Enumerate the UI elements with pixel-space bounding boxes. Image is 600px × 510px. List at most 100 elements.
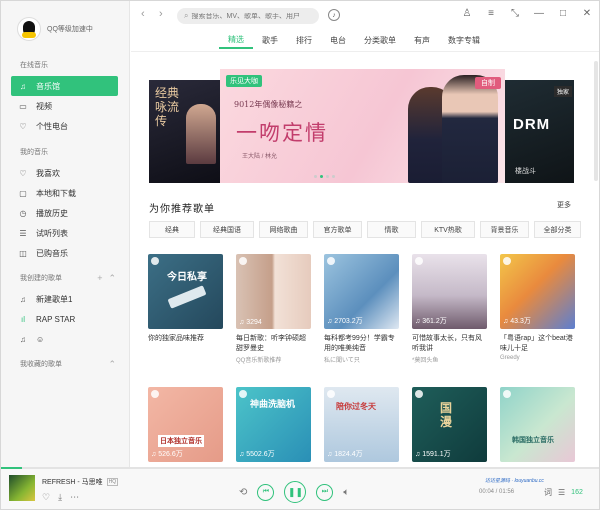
playlist-cover[interactable]: ♫ 2703.2万 [324,254,399,329]
banner-carousel[interactable]: 经典咏流传 乐见大咖 9012年偶像秘籍之 一吻定情 王大陆 / 林允 自制 独… [149,69,574,183]
playlist-card[interactable]: 日本独立音乐 ♫ 526.6万 [148,387,223,462]
banner-slide-right[interactable]: 独家 DRM 楼战斗 [505,80,574,183]
carousel-dot[interactable] [326,175,329,178]
mini-mode-icon[interactable]: ⤡ [509,8,521,19]
previous-button[interactable]: ⏮ [257,483,275,501]
carousel-dot[interactable] [320,175,323,178]
playlist-card[interactable]: 韩国独立音乐 [500,387,575,462]
more-icon[interactable]: ⋯ [70,492,79,503]
playlist-card[interactable]: 国漫 ♫ 1591.1万 [412,387,487,462]
pause-button[interactable]: ❚❚ [284,481,307,503]
chip-ktv-hits[interactable]: KTV热歌 [421,221,475,238]
playlist-title[interactable]: 你的独家品味推荐 [148,334,223,354]
forward-arrow-icon[interactable]: › [159,8,163,20]
carousel-dot[interactable] [314,175,317,178]
sidebar-item-playlist-1[interactable]: ♫ 新建歌单1 [11,289,118,309]
lyrics-icon[interactable]: 词 [544,487,552,498]
search-box[interactable]: ⌕ [177,8,319,24]
maximize-icon[interactable]: □ [557,8,569,19]
playlist-card[interactable]: 神曲洗脑机 ♫ 5502.6万 [236,387,311,462]
search-input[interactable] [191,12,312,20]
my-music-section: 我的音乐 ♡ 我喜欢 ▢ 本地和下载 ◷ 播放历史 ☰ 试听列表 ◫ 已购音乐 [1,145,130,263]
close-icon[interactable]: ✕ [581,8,593,19]
chevron-up-icon[interactable]: ⌃ [108,359,116,370]
playlist-cover[interactable]: 国漫 ♫ 1591.1万 [412,387,487,462]
playlist-title[interactable]: 每科都考99分！学霸专用的唯美纯音 [324,334,399,354]
download-icon[interactable]: ⤓ [58,492,62,503]
sidebar-item-history[interactable]: ◷ 播放历史 [11,203,118,223]
chip-all-categories[interactable]: 全部分类 [534,221,581,238]
playlist-card[interactable]: 今日私享 你的独家品味推荐 [148,254,223,354]
playlist-creator[interactable]: Greedy [500,355,575,361]
sidebar-item-video[interactable]: ▭ 视频 [11,96,118,116]
skin-icon[interactable]: ♙ [461,8,473,19]
playlist-cover[interactable]: ♫ 3294 [236,254,311,329]
chip-official-playlists[interactable]: 官方歌单 [313,221,362,238]
sidebar-item-music-hall[interactable]: ♫ 音乐馆 [11,76,118,96]
playlist-card[interactable]: ♫ 3294 每日新歌：听李钟硕超甜罗曼史 QQ音乐新歌推荐 [236,254,311,364]
tab-rankings[interactable]: 排行 [287,31,321,49]
playlist-cover[interactable]: 日本独立音乐 ♫ 526.6万 [148,387,223,462]
sidebar-item-purchased[interactable]: ◫ 已购音乐 [11,243,118,263]
next-button[interactable]: ⏭ [316,483,334,501]
volume-icon[interactable]: 🔈︎ [343,487,349,498]
sidebar-item-audition[interactable]: ☰ 试听列表 [11,223,118,243]
carousel-dot[interactable] [332,175,335,178]
chip-classic-mandarin[interactable]: 经典国语 [200,221,254,238]
avatar[interactable] [17,17,41,41]
chip-love-songs[interactable]: 情歌 [367,221,416,238]
playlist-title[interactable]: 可惜故事太长，只有风听我讲 [412,334,487,354]
tab-categories[interactable]: 分类歌单 [355,31,405,49]
playlist-card[interactable]: 陪你过冬天 ♫ 1824.4万 [324,387,399,462]
playlist-title[interactable]: 「粤语rap」这个beat港味儿十足 [500,334,575,354]
scrollbar[interactable] [594,61,598,181]
audition-icon: ☰ [19,228,27,238]
loop-mode-icon[interactable]: ⟲ [239,487,247,498]
playlist-creator[interactable]: QQ音乐新歌推荐 [236,355,311,364]
playlist-cover[interactable]: 今日私享 [148,254,223,329]
tab-digital-albums[interactable]: 数字专辑 [439,31,489,49]
playlist-cover[interactable]: 陪你过冬天 ♫ 1824.4万 [324,387,399,462]
chip-classic[interactable]: 经典 [149,221,195,238]
sidebar-item-liked[interactable]: ♡ 我喜欢 [11,163,118,183]
minimize-icon[interactable]: — [533,8,545,19]
tab-featured[interactable]: 精选 [219,31,253,49]
playlist-creator[interactable]: 私に聞いて只 [324,355,399,364]
playlist-title[interactable]: 每日新歌：听李钟硕超甜罗曼史 [236,334,311,354]
chevron-up-icon[interactable]: ⌃ [108,273,116,284]
playlist-queue-icon[interactable]: ☰ [558,488,565,497]
banner-left-title: 经典咏流传 [155,86,180,128]
back-arrow-icon[interactable]: ‹ [141,8,145,20]
playlist-cover[interactable]: 韩国独立音乐 [500,387,575,462]
song-title[interactable]: REFRESH - 马思唯 [42,477,103,487]
sidebar-item-playlist-3[interactable]: ♫ ☺ [11,329,118,349]
playback-progress[interactable] [1,467,599,469]
listen-recognition-icon[interactable]: ♪ [328,9,340,21]
sidebar-item-radio[interactable]: ♡ 个性电台 [11,116,118,136]
sidebar-item-rap-star[interactable]: ıl RAP STAR [11,309,118,329]
playlist-card[interactable]: ♫ 2703.2万 每科都考99分！学霸专用的唯美纯音 私に聞いて只 [324,254,399,364]
tab-radio[interactable]: 电台 [321,31,355,49]
queue-count: 162 [571,489,583,496]
user-profile[interactable]: QQ等级加速中 [17,17,93,41]
tab-audiobooks[interactable]: 有声 [405,31,439,49]
playlist-card[interactable]: ♫ 361.2万 可惜故事太长，只有风听我讲 *莫回头鱼 [412,254,487,364]
playlist-cover[interactable]: ♫ 43.3万 [500,254,575,329]
album-art[interactable] [9,475,35,501]
chip-internet-songs[interactable]: 网络歌曲 [259,221,308,238]
chip-background-music[interactable]: 背景音乐 [480,221,529,238]
playlist-cover[interactable]: ♫ 361.2万 [412,254,487,329]
sidebar-item-local[interactable]: ▢ 本地和下载 [11,183,118,203]
tab-singers[interactable]: 歌手 [253,31,287,49]
collected-playlists-section: 我收藏的歌单 ⌃ [1,357,130,371]
playlist-cover[interactable]: 神曲洗脑机 ♫ 5502.6万 [236,387,311,462]
playlist-card[interactable]: ♫ 43.3万 「粤语rap」这个beat港味儿十足 Greedy [500,254,575,361]
playlist-creator[interactable]: *莫回头鱼 [412,355,487,364]
banner-slide-main[interactable]: 乐见大咖 9012年偶像秘籍之 一吻定情 王大陆 / 林允 自制 [220,69,505,183]
online-music-section: 在线音乐 ♫ 音乐馆 ▭ 视频 ♡ 个性电台 [1,58,130,136]
more-link[interactable]: 更多 [557,200,571,210]
add-icon[interactable]: + [97,273,102,284]
menu-icon[interactable]: ≡ [485,8,497,19]
banner-slide-left[interactable]: 经典咏流传 [149,80,220,183]
like-icon[interactable]: ♡ [42,492,50,503]
